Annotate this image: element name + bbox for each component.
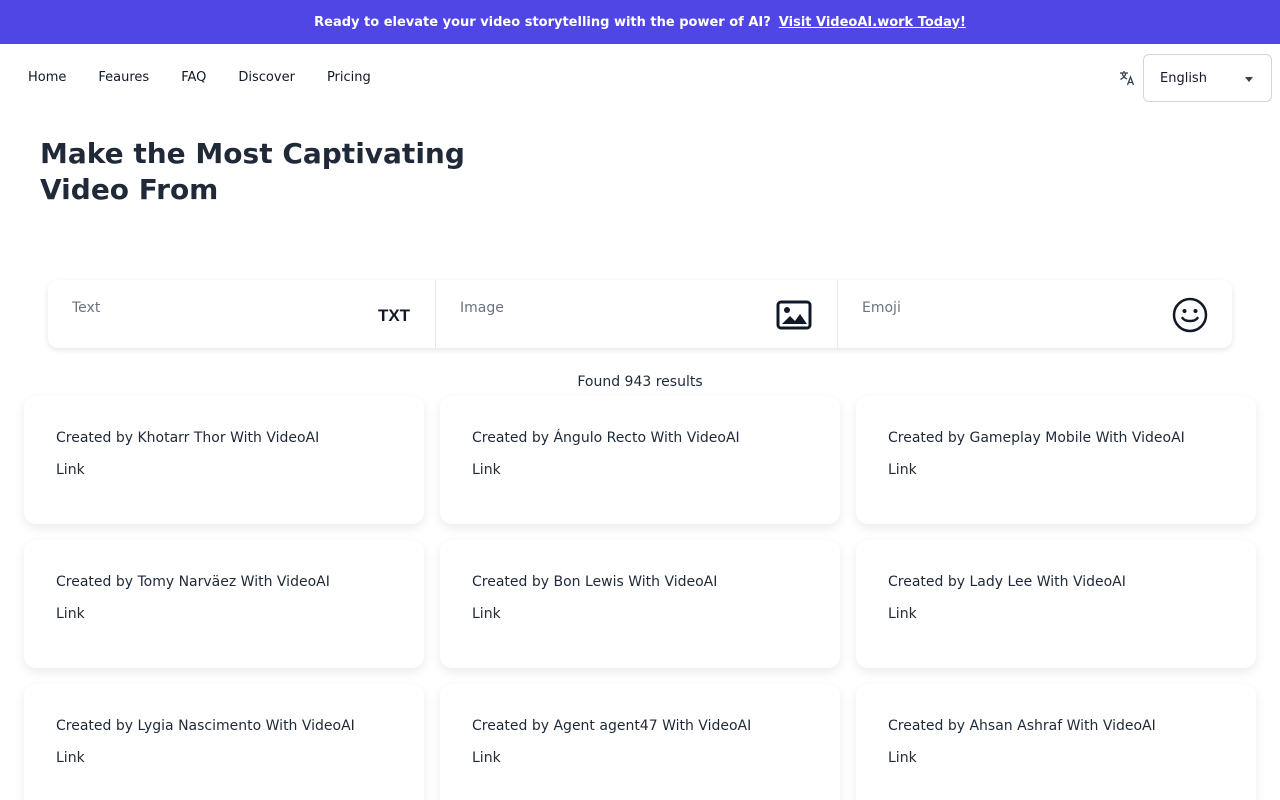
input-type-bar: Text TXT Image Emoji: [48, 280, 1232, 348]
result-card: Created by Lady Lee With VideoAI Link: [856, 540, 1256, 668]
card-link[interactable]: Link: [888, 750, 917, 766]
card-link[interactable]: Link: [56, 462, 85, 478]
result-card: Created by Khotarr Thor With VideoAI Lin…: [24, 396, 424, 524]
results-count: Found 943 results: [577, 374, 703, 390]
result-card: Created by Ángulo Recto With VideoAI Lin…: [440, 396, 840, 524]
result-card: Created by Gameplay Mobile With VideoAI …: [856, 396, 1256, 524]
card-title: Created by Lady Lee With VideoAI: [888, 574, 1126, 590]
result-card: Created by Tomy Narväez With VideoAI Lin…: [24, 540, 424, 668]
image-input-label: Image: [460, 300, 504, 316]
emoji-input-segment[interactable]: Emoji: [838, 280, 1232, 348]
nav-features[interactable]: Feaures: [98, 70, 149, 85]
translate-icon: [1120, 71, 1135, 86]
card-title: Created by Ángulo Recto With VideoAI: [472, 430, 740, 446]
nav-faq[interactable]: FAQ: [181, 70, 206, 85]
card-title: Created by Bon Lewis With VideoAI: [472, 574, 718, 590]
result-card: Created by Lygia Nascimento With VideoAI…: [24, 684, 424, 800]
language-value: English: [1160, 70, 1207, 86]
promo-banner: Ready to elevate your video storytelling…: [0, 0, 1280, 44]
banner-text: Ready to elevate your video storytelling…: [314, 14, 771, 30]
card-link[interactable]: Link: [472, 606, 501, 622]
card-title: Created by Agent agent47 With VideoAI: [472, 718, 752, 734]
card-link[interactable]: Link: [888, 462, 917, 478]
nav-pricing[interactable]: Pricing: [327, 70, 371, 85]
card-link[interactable]: Link: [472, 462, 501, 478]
image-icon: [776, 300, 812, 330]
language-select[interactable]: English: [1143, 54, 1272, 102]
result-card: Created by Ahsan Ashraf With VideoAI Lin…: [856, 684, 1256, 800]
nav-home[interactable]: Home: [28, 70, 66, 85]
nav-links: Home Feaures FAQ Discover Pricing: [28, 70, 403, 85]
card-title: Created by Lygia Nascimento With VideoAI: [56, 718, 355, 734]
image-input-segment[interactable]: Image: [436, 280, 838, 348]
text-input-segment[interactable]: Text TXT: [48, 280, 436, 348]
nav-discover[interactable]: Discover: [238, 70, 295, 85]
text-input-label: Text: [72, 300, 101, 316]
svg-text:TXT: TXT: [378, 306, 411, 325]
card-title: Created by Ahsan Ashraf With VideoAI: [888, 718, 1156, 734]
top-nav: Home Feaures FAQ Discover Pricing Englis…: [0, 44, 1280, 112]
card-link[interactable]: Link: [888, 606, 917, 622]
card-link[interactable]: Link: [56, 606, 85, 622]
result-card: Created by Agent agent47 With VideoAI Li…: [440, 684, 840, 800]
card-link[interactable]: Link: [472, 750, 501, 766]
emoji-input-label: Emoji: [862, 300, 901, 316]
page-title: Make the Most Captivating Video From: [40, 137, 465, 206]
txt-icon: TXT: [378, 306, 411, 325]
result-card: Created by Bon Lewis With VideoAI Link: [440, 540, 840, 668]
banner-link[interactable]: Visit VideoAI.work Today!: [779, 15, 966, 30]
card-link[interactable]: Link: [56, 750, 85, 766]
card-title: Created by Gameplay Mobile With VideoAI: [888, 430, 1185, 446]
card-title: Created by Khotarr Thor With VideoAI: [56, 430, 320, 446]
smiley-icon: [1172, 297, 1208, 333]
chevron-down-icon: [1245, 77, 1253, 82]
card-title: Created by Tomy Narväez With VideoAI: [56, 574, 330, 590]
